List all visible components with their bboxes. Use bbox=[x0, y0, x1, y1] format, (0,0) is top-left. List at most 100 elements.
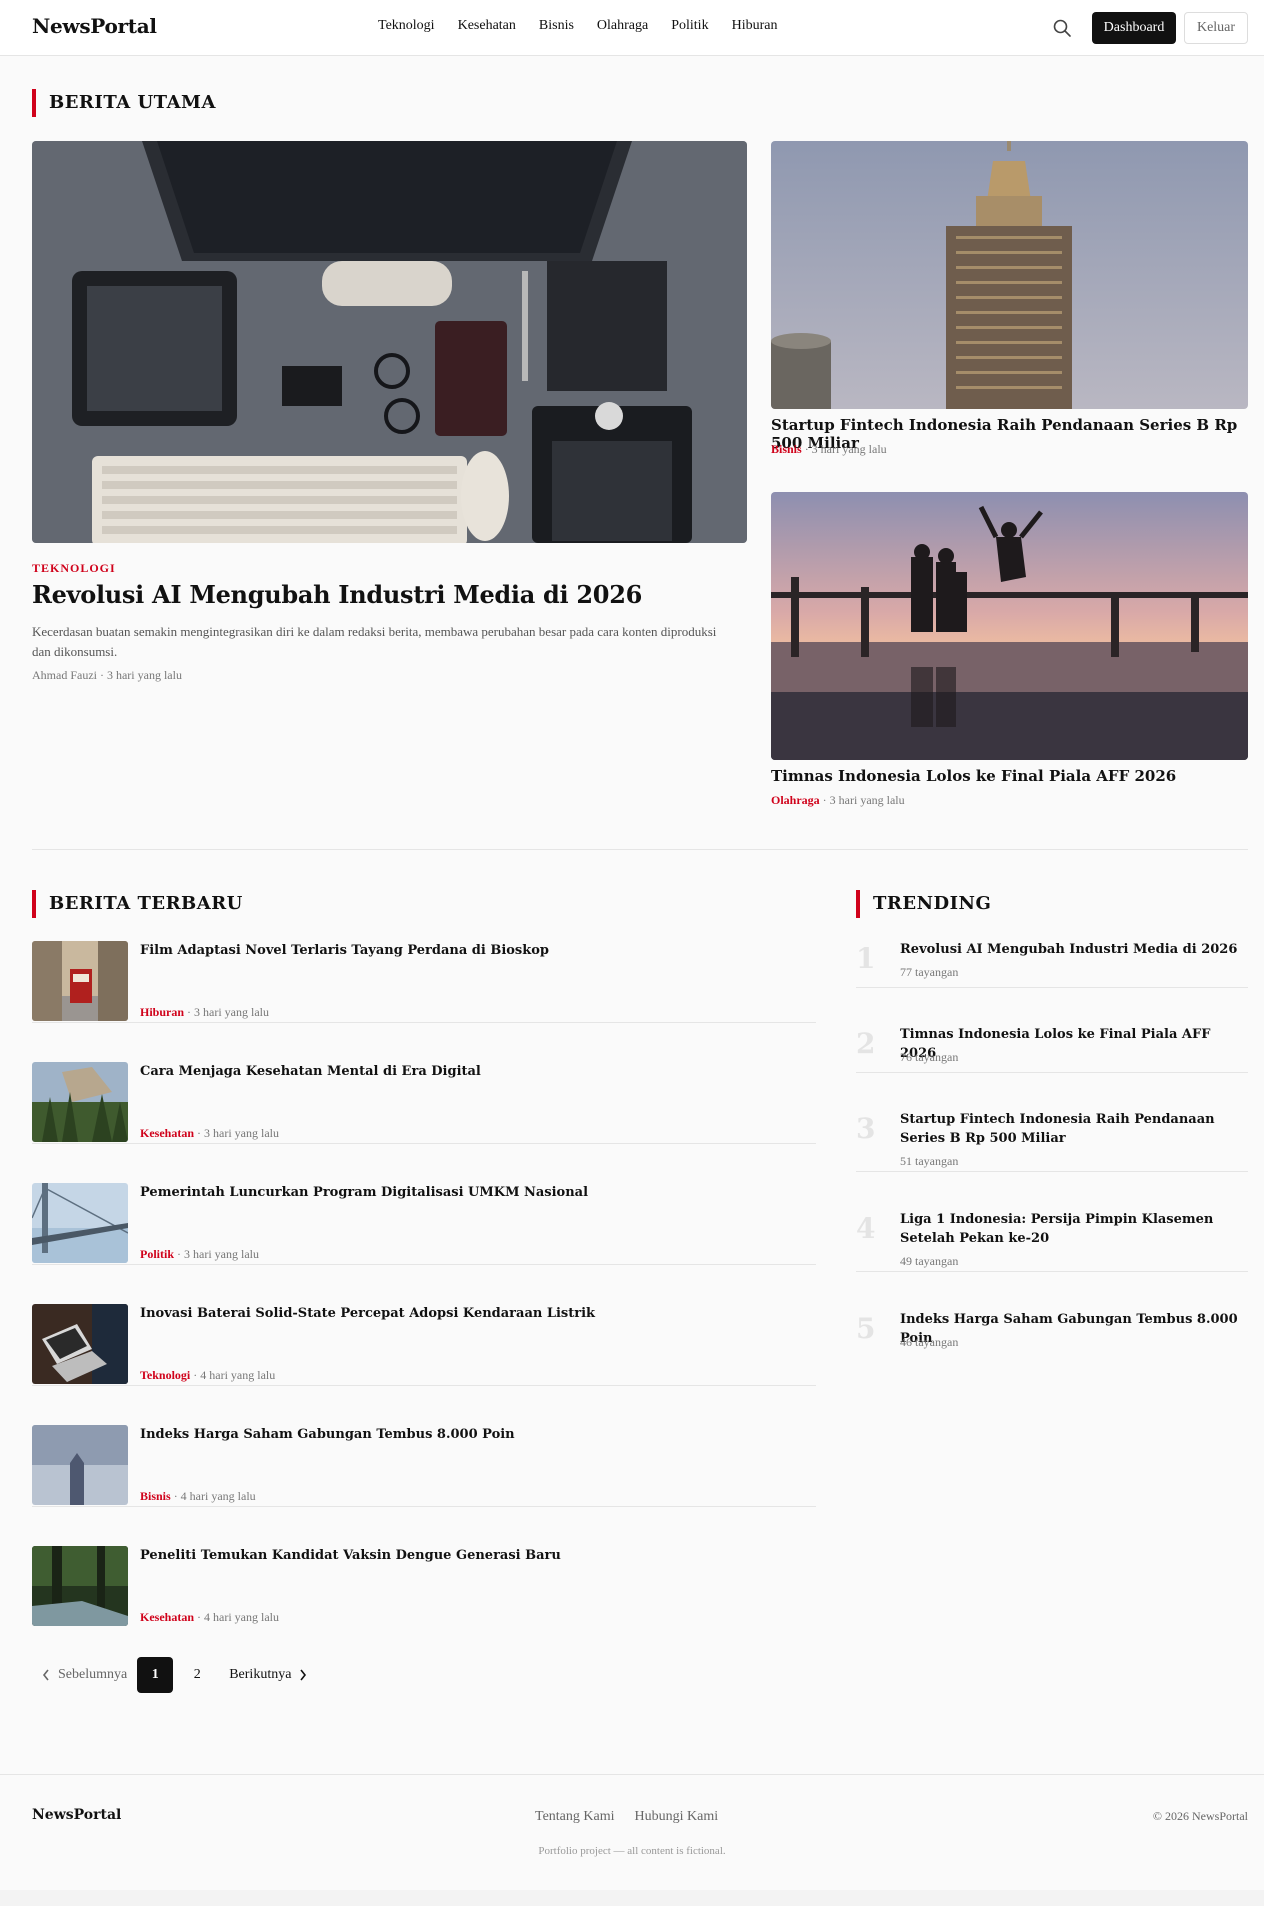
latest-title-6[interactable]: Peneliti Temukan Kandidat Vaksin Dengue … bbox=[140, 1548, 561, 1563]
featured-main-title[interactable]: Revolusi AI Mengubah Industri Media di 2… bbox=[32, 580, 642, 609]
latest-item[interactable]: Cara Menjaga Kesehatan Mental di Era Dig… bbox=[32, 1062, 816, 1144]
featured-side-category-2[interactable]: Olahraga bbox=[771, 793, 820, 807]
latest-time-6: · 4 hari yang lalu bbox=[194, 1610, 279, 1624]
featured-side-category-1[interactable]: Bisnis bbox=[771, 442, 802, 456]
chevron-left-icon bbox=[42, 1669, 49, 1681]
latest-time-4: · 4 hari yang lalu bbox=[190, 1368, 276, 1382]
latest-category-5[interactable]: Bisnis bbox=[140, 1489, 171, 1503]
latest-item[interactable]: Inovasi Baterai Solid-State Percepat Ado… bbox=[32, 1304, 816, 1386]
page-1-button[interactable]: 1 bbox=[137, 1657, 174, 1693]
nav-kesehatan[interactable]: Kesehatan bbox=[458, 18, 516, 34]
latest-thumb-4[interactable] bbox=[32, 1304, 128, 1384]
featured-side-image-2[interactable] bbox=[771, 492, 1248, 760]
trending-item[interactable]: 1 Revolusi AI Mengubah Industri Media di… bbox=[856, 940, 1248, 988]
latest-time-1: · 3 hari yang lalu bbox=[184, 1005, 269, 1019]
featured-main-image[interactable] bbox=[32, 141, 747, 543]
latest-thumb-2[interactable] bbox=[32, 1062, 128, 1142]
search-icon[interactable] bbox=[1052, 18, 1072, 38]
latest-item[interactable]: Peneliti Temukan Kandidat Vaksin Dengue … bbox=[32, 1546, 816, 1628]
trending-views: 49 tayangan bbox=[900, 1254, 959, 1268]
featured-side-meta-1: Bisnis · 3 hari yang lalu bbox=[771, 442, 887, 457]
trending-views: 51 tayangan bbox=[900, 1154, 959, 1168]
trending-rank: 5 bbox=[856, 1312, 876, 1345]
latest-category-4[interactable]: Teknologi bbox=[140, 1368, 190, 1382]
trending-views: 77 tayangan bbox=[900, 965, 959, 979]
latest-title-5[interactable]: Indeks Harga Saham Gabungan Tembus 8.000… bbox=[140, 1427, 515, 1442]
latest-thumb-1[interactable] bbox=[32, 941, 128, 1021]
featured-main-meta: Ahmad Fauzi · 3 hari yang lalu bbox=[32, 668, 182, 682]
dashboard-button[interactable]: Dashboard bbox=[1092, 12, 1176, 44]
nav-olahraga[interactable]: Olahraga bbox=[597, 18, 648, 34]
latest-title-2[interactable]: Cara Menjaga Kesehatan Mental di Era Dig… bbox=[140, 1064, 481, 1079]
footer-logo[interactable]: NewsPortal bbox=[32, 1807, 121, 1823]
trending-rank: 4 bbox=[856, 1212, 876, 1245]
trending-item[interactable]: 4 Liga 1 Indonesia: Persija Pimpin Klase… bbox=[856, 1210, 1248, 1272]
nav-hiburan[interactable]: Hiburan bbox=[732, 18, 778, 34]
trending-item[interactable]: 5 Indeks Harga Saham Gabungan Tembus 8.0… bbox=[856, 1310, 1248, 1358]
nav-politik[interactable]: Politik bbox=[671, 18, 708, 34]
latest-meta-4: Teknologi · 4 hari yang lalu bbox=[140, 1368, 275, 1383]
latest-meta-6: Kesehatan · 4 hari yang lalu bbox=[140, 1610, 279, 1625]
main-nav: Teknologi Kesehatan Bisnis Olahraga Poli… bbox=[378, 18, 800, 34]
latest-item[interactable]: Pemerintah Luncurkan Program Digitalisas… bbox=[32, 1183, 816, 1265]
site-logo[interactable]: NewsPortal bbox=[32, 14, 157, 38]
latest-category-3[interactable]: Politik bbox=[140, 1247, 174, 1261]
latest-item[interactable]: Indeks Harga Saham Gabungan Tembus 8.000… bbox=[32, 1425, 816, 1507]
trending-title[interactable]: Revolusi AI Mengubah Industri Media di 2… bbox=[900, 940, 1248, 959]
latest-category-2[interactable]: Kesehatan bbox=[140, 1126, 194, 1140]
nav-teknologi[interactable]: Teknologi bbox=[378, 18, 435, 34]
page: NewsPortal Teknologi Kesehatan Bisnis Ol… bbox=[0, 0, 1264, 1906]
next-page-label: Berikutnya bbox=[229, 1667, 292, 1682]
featured-section-title: BERITA UTAMA bbox=[32, 89, 216, 117]
pagination: Sebelumnya 1 2 Berikutnya bbox=[32, 1657, 307, 1693]
latest-title-3[interactable]: Pemerintah Luncurkan Program Digitalisas… bbox=[140, 1185, 588, 1200]
latest-meta-3: Politik · 3 hari yang lalu bbox=[140, 1247, 259, 1262]
trending-item[interactable]: 3 Startup Fintech Indonesia Raih Pendana… bbox=[856, 1110, 1248, 1172]
latest-category-6[interactable]: Kesehatan bbox=[140, 1610, 194, 1624]
latest-category-1[interactable]: Hiburan bbox=[140, 1005, 184, 1019]
featured-side-time-2: · 3 hari yang lalu bbox=[819, 793, 905, 807]
featured-main-category[interactable]: TEKNOLOGI bbox=[32, 561, 116, 576]
latest-thumb-6[interactable] bbox=[32, 1546, 128, 1626]
trending-title[interactable]: Liga 1 Indonesia: Persija Pimpin Klaseme… bbox=[900, 1210, 1248, 1248]
page-2-button[interactable]: 2 bbox=[179, 1657, 215, 1693]
latest-title-1[interactable]: Film Adaptasi Novel Terlaris Tayang Perd… bbox=[140, 943, 549, 958]
trending-rank: 2 bbox=[856, 1027, 876, 1060]
latest-section-title: BERITA TERBARU bbox=[32, 890, 243, 918]
site-footer: NewsPortal Tentang Kami Hubungi Kami Por… bbox=[0, 1774, 1264, 1890]
prev-page-button[interactable]: Sebelumnya bbox=[42, 1667, 127, 1683]
featured-main-excerpt: Kecerdasan buatan semakin mengintegrasik… bbox=[32, 624, 717, 659]
latest-time-3: · 3 hari yang lalu bbox=[174, 1247, 259, 1261]
trending-views: 46 tayangan bbox=[900, 1335, 959, 1349]
latest-item[interactable]: Film Adaptasi Novel Terlaris Tayang Perd… bbox=[32, 941, 816, 1023]
footer-copyright: © 2026 NewsPortal bbox=[1152, 1809, 1248, 1823]
bottom-strip bbox=[0, 1890, 1264, 1906]
latest-thumb-3[interactable] bbox=[32, 1183, 128, 1263]
latest-meta-1: Hiburan · 3 hari yang lalu bbox=[140, 1005, 269, 1020]
latest-time-2: · 3 hari yang lalu bbox=[194, 1126, 279, 1140]
trending-rank: 3 bbox=[856, 1112, 876, 1145]
logout-button[interactable]: Keluar bbox=[1184, 12, 1248, 44]
site-header: NewsPortal Teknologi Kesehatan Bisnis Ol… bbox=[0, 0, 1264, 56]
latest-thumb-5[interactable] bbox=[32, 1425, 128, 1505]
footer-note: Portfolio project — all content is ficti… bbox=[538, 1845, 726, 1857]
footer-links: Tentang Kami Hubungi Kami bbox=[535, 1809, 718, 1825]
nav-bisnis[interactable]: Bisnis bbox=[539, 18, 574, 34]
trending-title[interactable]: Startup Fintech Indonesia Raih Pendanaan… bbox=[900, 1110, 1248, 1148]
latest-time-5: · 4 hari yang lalu bbox=[170, 1489, 256, 1503]
trending-views: 76 tayangan bbox=[900, 1050, 959, 1064]
featured-side-meta-2: Olahraga · 3 hari yang lalu bbox=[771, 793, 905, 808]
trending-section-title: TRENDING bbox=[856, 890, 991, 918]
footer-link-contact[interactable]: Hubungi Kami bbox=[635, 1809, 719, 1825]
prev-page-label: Sebelumnya bbox=[58, 1667, 128, 1682]
latest-title-4[interactable]: Inovasi Baterai Solid-State Percepat Ado… bbox=[140, 1306, 595, 1321]
featured-side-image-1[interactable] bbox=[771, 141, 1248, 409]
trending-item[interactable]: 2 Timnas Indonesia Lolos ke Final Piala … bbox=[856, 1025, 1248, 1073]
latest-meta-2: Kesehatan · 3 hari yang lalu bbox=[140, 1126, 279, 1141]
footer-link-about[interactable]: Tentang Kami bbox=[535, 1809, 615, 1825]
featured-side-title-2[interactable]: Timnas Indonesia Lolos ke Final Piala AF… bbox=[771, 767, 1176, 785]
next-page-button[interactable]: Berikutnya bbox=[229, 1667, 307, 1683]
chevron-right-icon bbox=[300, 1669, 307, 1681]
section-divider bbox=[32, 849, 1248, 850]
latest-meta-5: Bisnis · 4 hari yang lalu bbox=[140, 1489, 256, 1504]
